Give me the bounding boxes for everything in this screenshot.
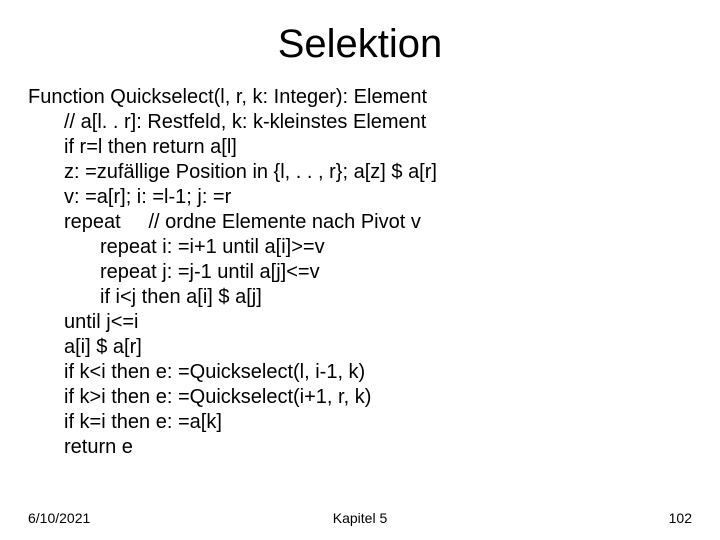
code-line: Function Quickselect(l, r, k: Integer): … xyxy=(28,85,692,110)
code-line: if k<i then e: =Quickselect(l, i-1, k) xyxy=(28,360,692,385)
code-line: if k=i then e: =a[k] xyxy=(28,410,692,435)
code-line: a[i] $ a[r] xyxy=(28,335,692,360)
code-line: until j<=i xyxy=(28,310,692,335)
code-line: return e xyxy=(28,435,692,460)
code-line: repeat i: =i+1 until a[i]>=v xyxy=(28,235,692,260)
slide-body: Function Quickselect(l, r, k: Integer): … xyxy=(0,85,720,460)
code-line: // a[l. . r]: Restfeld, k: k-kleinstes E… xyxy=(28,110,692,135)
footer-chapter: Kapitel 5 xyxy=(0,510,720,526)
code-line: repeat // ordne Elemente nach Pivot v xyxy=(28,210,692,235)
code-line: z: =zufällige Position in {l, . . , r}; … xyxy=(28,160,692,185)
code-line: repeat j: =j-1 until a[j]<=v xyxy=(28,260,692,285)
code-line: if i<j then a[i] $ a[j] xyxy=(28,285,692,310)
code-line: if r=l then return a[l] xyxy=(28,135,692,160)
slide-title: Selektion xyxy=(0,0,720,85)
slide: Selektion Function Quickselect(l, r, k: … xyxy=(0,0,720,540)
code-line: if k>i then e: =Quickselect(i+1, r, k) xyxy=(28,385,692,410)
footer-page-number: 102 xyxy=(669,510,692,526)
code-line: v: =a[r]; i: =l-1; j: =r xyxy=(28,185,692,210)
